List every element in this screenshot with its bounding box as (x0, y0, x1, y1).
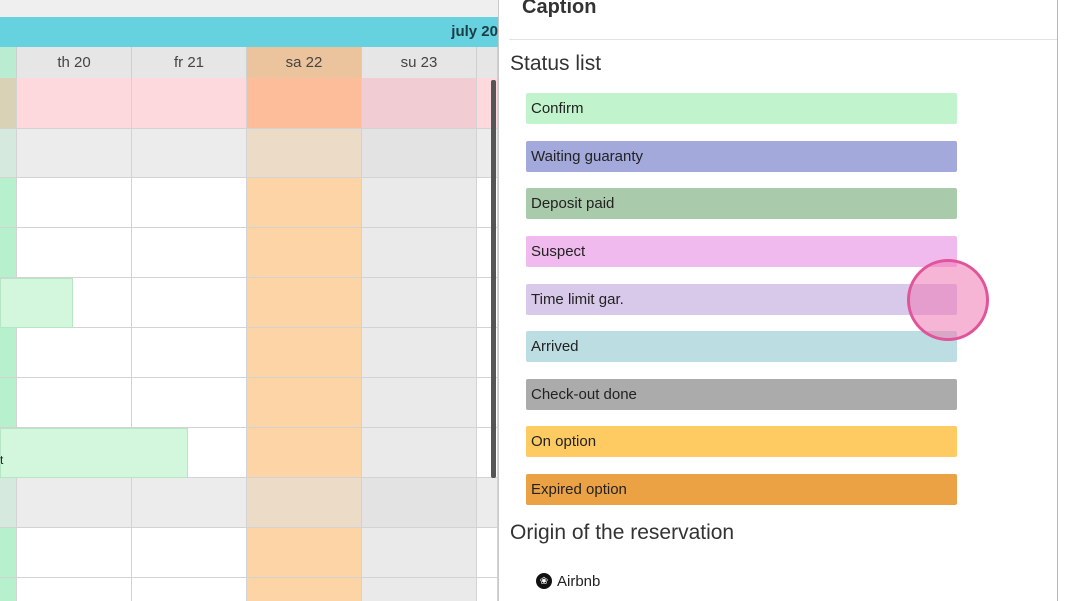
calendar-row (0, 78, 498, 129)
calendar-cell[interactable] (132, 129, 247, 177)
day-header-cell[interactable] (477, 47, 498, 78)
origin-label: Airbnb (557, 572, 601, 590)
calendar-row (0, 578, 498, 601)
booking-bar[interactable]: t (0, 428, 188, 478)
calendar-row (0, 478, 498, 528)
calendar-cell[interactable] (362, 328, 477, 377)
booking-label: t (0, 453, 4, 467)
day-header-cell[interactable]: sa 22 (247, 47, 362, 78)
calendar-cell[interactable] (247, 228, 362, 277)
calendar-cell[interactable] (0, 78, 17, 128)
calendar-toolbar (0, 0, 498, 17)
calendar-cell[interactable] (0, 129, 17, 177)
calendar-cell[interactable] (17, 78, 132, 128)
calendar-cell[interactable] (132, 378, 247, 427)
calendar-cell[interactable] (362, 428, 477, 477)
calendar-cell[interactable] (132, 328, 247, 377)
month-label: july 20 (451, 23, 498, 40)
status-item-expired-option[interactable]: Expired option (526, 474, 957, 505)
calendar-cell[interactable] (17, 578, 132, 601)
calendar-cell[interactable] (247, 178, 362, 227)
status-item-suspect[interactable]: Suspect (526, 236, 957, 267)
calendar-cell[interactable] (477, 478, 498, 527)
calendar-row (0, 528, 498, 578)
calendar-row (0, 178, 498, 228)
calendar-cell[interactable] (0, 178, 17, 227)
status-item-waiting-guaranty[interactable]: Waiting guaranty (526, 141, 957, 172)
calendar-row (0, 278, 498, 328)
calendar-row (0, 328, 498, 378)
origin-heading: Origin of the reservation (510, 521, 735, 544)
calendar-cell[interactable] (247, 428, 362, 477)
calendar-cell[interactable] (132, 78, 247, 128)
day-header-cell[interactable]: fr 21 (132, 47, 247, 78)
day-header-cell[interactable]: su 23 (362, 47, 477, 78)
calendar-cell[interactable] (362, 278, 477, 327)
calendar-cell[interactable] (247, 328, 362, 377)
status-item-time-limit[interactable]: Time limit gar. (526, 284, 957, 315)
calendar-cell[interactable] (0, 228, 17, 277)
window-edge (1058, 0, 1076, 601)
month-bar: july 20 (0, 17, 498, 47)
calendar-cell[interactable] (132, 178, 247, 227)
calendar-cell[interactable] (0, 328, 17, 377)
calendar-cell[interactable] (362, 129, 477, 177)
booking-bar[interactable] (0, 278, 73, 328)
calendar-cell[interactable] (362, 178, 477, 227)
calendar-cell[interactable] (247, 378, 362, 427)
calendar-grid: july 20 th 20 fr 21 sa 22 su 23 t (0, 0, 498, 601)
calendar-cell[interactable] (17, 228, 132, 277)
calendar-scrollbar[interactable] (491, 80, 496, 478)
calendar-cell[interactable] (362, 78, 477, 128)
calendar-cell[interactable] (132, 228, 247, 277)
day-header-cell[interactable] (0, 47, 17, 78)
calendar-cell[interactable] (247, 78, 362, 128)
panel-title: Caption (522, 0, 597, 18)
status-item-arrived[interactable]: Arrived (526, 331, 957, 362)
status-item-deposit-paid[interactable]: Deposit paid (526, 188, 957, 219)
calendar-cell[interactable] (247, 528, 362, 577)
calendar-cell[interactable] (362, 228, 477, 277)
calendar-cell[interactable] (17, 178, 132, 227)
status-item-confirm[interactable]: Confirm (526, 93, 957, 124)
calendar-cell[interactable] (17, 478, 132, 527)
calendar-cell[interactable] (132, 278, 247, 327)
day-header: th 20 fr 21 sa 22 su 23 (0, 47, 498, 78)
airbnb-icon: ❀ (536, 573, 552, 589)
calendar-cell[interactable] (132, 478, 247, 527)
status-list-heading: Status list (510, 52, 602, 75)
calendar-cell[interactable] (477, 578, 498, 601)
calendar-cell[interactable] (362, 378, 477, 427)
touch-indicator (907, 259, 989, 341)
calendar-cell[interactable] (17, 528, 132, 577)
calendar-cell[interactable] (247, 129, 362, 177)
calendar-cell[interactable] (0, 478, 17, 527)
calendar-cell[interactable] (0, 528, 17, 577)
calendar-cell[interactable] (17, 328, 132, 377)
calendar-cell[interactable] (362, 478, 477, 527)
calendar-cell[interactable] (17, 129, 132, 177)
divider (509, 39, 1057, 40)
calendar-cell[interactable] (362, 578, 477, 601)
calendar-row (0, 228, 498, 278)
calendar-cell[interactable] (0, 578, 17, 601)
day-header-cell[interactable]: th 20 (17, 47, 132, 78)
status-item-on-option[interactable]: On option (526, 426, 957, 457)
calendar-cell[interactable] (247, 578, 362, 601)
calendar-cell[interactable] (247, 278, 362, 327)
calendar-row (0, 129, 498, 178)
calendar-cell[interactable] (477, 528, 498, 577)
calendar-cell[interactable] (0, 378, 17, 427)
calendar-cell[interactable] (132, 578, 247, 601)
status-item-check-out-done[interactable]: Check-out done (526, 379, 957, 410)
calendar-cell[interactable] (362, 528, 477, 577)
calendar-cell[interactable] (247, 478, 362, 527)
calendar-cell[interactable] (132, 528, 247, 577)
calendar-row (0, 378, 498, 428)
origin-item-airbnb[interactable]: ❀ Airbnb (536, 571, 600, 591)
calendar-cell[interactable] (17, 378, 132, 427)
